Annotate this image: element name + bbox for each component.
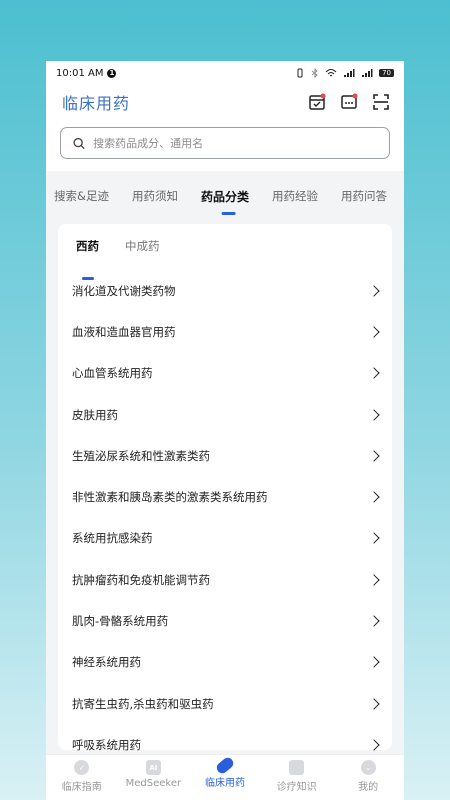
list-item[interactable]: 非性激素和胰岛素类的激素类系统用药 [58,476,392,517]
category-label: 生殖泌尿系统和性激素类药 [72,448,210,463]
chevron-right-icon [368,697,380,710]
category-label: 心血管系统用药 [72,366,153,381]
wifi-icon [325,69,337,77]
category-label: 非性激素和胰岛素类的激素类系统用药 [72,490,268,505]
list-item[interactable]: 系统用抗感染药 [58,518,392,559]
nav-diagnosis-knowledge[interactable]: 诊疗知识 [262,760,332,793]
category-label: 呼吸系统用药 [72,737,141,752]
search-section [46,119,404,171]
drug-type-tabs: 西药 中成药 [58,224,392,270]
nav-label: 我的 [358,782,379,793]
nav-profile[interactable]: ⌄ 我的 [333,760,403,793]
status-bar: 10:01 AM 1 70 [46,61,404,85]
tab-medication-notes[interactable]: 用药须知 [132,188,188,204]
signal-icon-2 [362,69,373,77]
chevron-right-icon [368,739,380,751]
list-item[interactable]: 血液和造血器官用药 [58,311,392,352]
category-label: 神经系统用药 [72,655,141,670]
phone-screen: 10:01 AM 1 70 临床用药 搜索药品成分、通用名 搜索&足迹 用药须知… [46,61,404,800]
message-icon[interactable] [340,93,358,111]
category-card: 西药 中成药 消化道及代谢类药物 血液和造血器官用药 心血管系统用药 皮肤用药 … [58,224,392,752]
knowledge-icon [289,760,305,775]
chevron-right-icon [368,656,380,668]
search-input[interactable] [93,136,377,150]
category-label: 血液和造血器官用药 [72,324,176,339]
pill-icon [214,755,236,776]
category-label: 肌肉-骨骼系统用药 [72,614,169,629]
chevron-right-icon [368,326,380,338]
vibrate-icon [297,68,303,78]
category-label: 抗肿瘤药和免疫机能调节药 [72,572,210,587]
chevron-right-icon [368,408,380,421]
chevron-right-icon [368,532,380,545]
category-label: 系统用抗感染药 [72,531,153,546]
chevron-right-icon [368,491,380,503]
main-tabs: 搜索&足迹 用药须知 药品分类 用药经验 用药问答 [46,171,404,221]
list-item[interactable]: 消化道及代谢类药物 [58,270,392,311]
chevron-right-icon [368,615,380,627]
tab-medication-experience[interactable]: 用药经验 [272,188,328,204]
category-label: 皮肤用药 [72,407,118,422]
nav-label: 临床指南 [61,782,102,793]
chevron-right-icon [368,367,380,379]
app-logo: 临床用药 [62,94,131,113]
category-label: 消化道及代谢类药物 [72,283,176,298]
guide-icon: ✓ [74,760,90,775]
chevron-right-icon [368,450,380,462]
category-list: 消化道及代谢类药物 血液和造血器官用药 心血管系统用药 皮肤用药 生殖泌尿系统和… [58,270,392,766]
signal-icon [344,69,355,77]
subtab-western-medicine[interactable]: 西药 [76,238,99,270]
list-item[interactable]: 肌肉-骨骼系统用药 [58,600,392,641]
category-label: 抗寄生虫药,杀虫药和驱虫药 [72,696,214,711]
list-item[interactable]: 神经系统用药 [58,642,392,683]
profile-icon: ⌄ [360,760,376,775]
list-item[interactable]: 抗肿瘤药和免疫机能调节药 [58,559,392,600]
search-box[interactable] [60,127,390,159]
subtab-chinese-patent-medicine[interactable]: 中成药 [125,238,160,270]
app-header: 临床用药 [46,85,404,119]
nav-medseeker[interactable]: AI MedSeeker [118,760,188,789]
nav-label: 临床用药 [204,778,245,789]
bottom-navigation: ✓ 临床指南 AI MedSeeker 临床用药 诊疗知识 ⌄ 我的 [46,754,404,800]
list-item[interactable]: 心血管系统用药 [58,353,392,394]
list-item[interactable]: 抗寄生虫药,杀虫药和驱虫药 [58,683,392,724]
bluetooth-icon [311,68,318,78]
list-item[interactable]: 皮肤用药 [58,394,392,435]
battery-level: 70 [379,69,394,77]
tab-drug-categories[interactable]: 药品分类 [201,188,259,205]
notification-count-badge: 1 [107,68,117,78]
tab-medication-qa[interactable]: 用药问答 [341,188,397,204]
chevron-right-icon [368,574,380,586]
nav-label: MedSeeker [125,778,182,789]
status-time: 10:01 AM [56,67,104,79]
chevron-right-icon [368,284,380,297]
list-item[interactable]: 生殖泌尿系统和性激素类药 [58,435,392,476]
nav-clinical-medication[interactable]: 临床用药 [190,755,260,789]
nav-label: 诊疗知识 [276,782,317,793]
ai-icon: AI [145,760,161,775]
scan-icon[interactable] [372,93,390,111]
nav-clinical-guide[interactable]: ✓ 临床指南 [47,760,117,793]
tab-search-history[interactable]: 搜索&足迹 [54,188,119,204]
search-icon [73,137,85,149]
calendar-icon[interactable] [308,93,326,111]
